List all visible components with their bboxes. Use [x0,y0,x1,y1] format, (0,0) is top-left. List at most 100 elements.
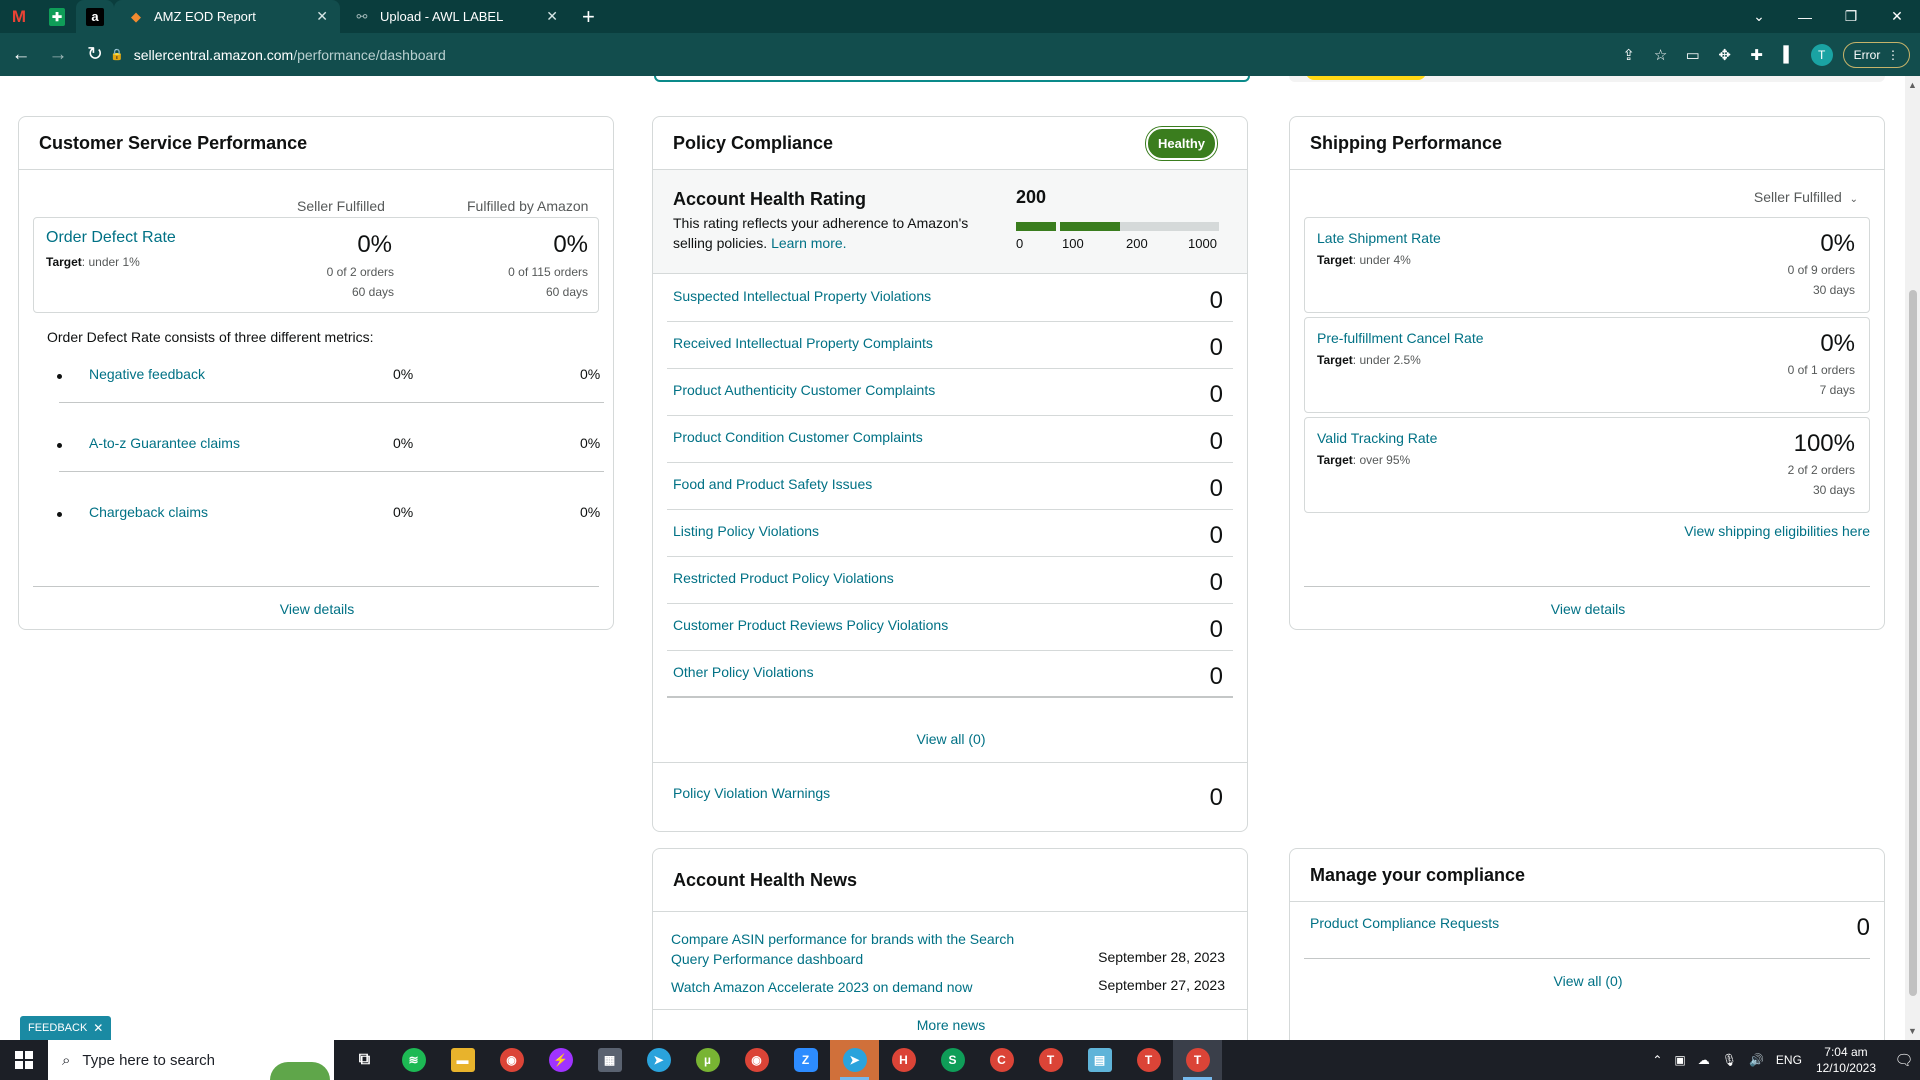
seller-value: 0% [393,435,414,451]
chrome-profile-icon[interactable]: ◉ [732,1040,781,1080]
telegram-icon[interactable]: ➤ [634,1040,683,1080]
late-shipment-rate-link[interactable]: Late Shipment Rate [1317,230,1441,246]
scroll-up-icon[interactable]: ▲ [1908,80,1917,90]
violation-link[interactable]: Product Authenticity Customer Complaints [673,382,935,398]
pre-fulfillment-cancel-rate-link[interactable]: Pre-fulfillment Cancel Rate [1317,330,1484,346]
amazon-icon[interactable]: a [76,0,114,33]
target-text: Target: under 2.5% [1317,353,1421,367]
close-tab-icon[interactable]: ✕ [546,8,558,25]
extension-off-icon[interactable]: ▭ [1677,46,1709,64]
violation-link[interactable]: Product Condition Customer Complaints [673,429,923,445]
chrome-icon[interactable]: ◉ [487,1040,536,1080]
tab-amz-eod-report[interactable]: ◆ AMZ EOD Report ✕ [114,0,340,33]
forward-icon[interactable]: → [42,39,74,71]
calculator-icon[interactable]: ▦ [585,1040,634,1080]
violation-link[interactable]: Suspected Intellectual Property Violatio… [673,288,931,304]
profile-avatar[interactable]: T [1810,43,1833,66]
taskbar-clock[interactable]: 7:04 am 12/10/2023 [1816,1044,1876,1076]
shipping-eligibilities-link[interactable]: View shipping eligibilities here [1684,523,1870,539]
view-details-link[interactable]: View details [19,601,615,617]
a-to-z-claims-link[interactable]: A-to-z Guarantee claims [89,435,240,451]
close-tab-icon[interactable]: ✕ [316,8,328,25]
close-window-icon[interactable]: ✕ [1874,0,1920,33]
chrome-active-icon[interactable]: T [1173,1040,1222,1080]
news-date: September 27, 2023 [1098,977,1225,993]
valid-tracking-rate-link[interactable]: Valid Tracking Rate [1317,430,1437,446]
restore-icon[interactable]: ❐ [1828,0,1874,33]
notepad-icon[interactable]: ▤ [1075,1040,1124,1080]
zoom-icon[interactable]: Z [781,1040,830,1080]
extension-puzzle-dark-icon[interactable]: ✥ [1709,46,1741,64]
task-view-icon[interactable]: ⧉ [340,1040,389,1080]
volume-icon[interactable]: 🔊 [1749,1053,1764,1067]
close-icon[interactable]: ✕ [93,1021,103,1035]
spotify-icon[interactable]: ≋ [389,1040,438,1080]
violation-link[interactable]: Food and Product Safety Issues [673,476,872,492]
product-compliance-requests-link[interactable]: Product Compliance Requests [1310,915,1499,931]
compliance-count: 0 [1856,914,1870,941]
minimize-icon[interactable]: — [1782,0,1828,33]
scrollbar-thumb[interactable] [1909,290,1917,996]
violation-link[interactable]: Other Policy Violations [673,664,814,680]
bookmark-star-icon[interactable]: ☆ [1645,46,1677,64]
messenger-icon[interactable]: ⚡ [536,1040,585,1080]
sheets-icon[interactable]: ✚ [38,0,76,33]
chrome-s-icon[interactable]: S [928,1040,977,1080]
microphone-icon[interactable]: 🎙 [1722,1053,1737,1067]
metric-orders: 0 of 9 orders [1787,263,1855,277]
news-link[interactable]: Watch Amazon Accelerate 2023 on demand n… [671,977,1031,997]
violation-link[interactable]: Customer Product Reviews Policy Violatio… [673,617,948,633]
ahr-tick-200: 200 [1126,236,1148,251]
onedrive-icon[interactable]: ☁ [1698,1053,1710,1067]
chrome-t-icon[interactable]: T [1026,1040,1075,1080]
view-details-link[interactable]: View details [1290,601,1886,617]
learn-more-link[interactable]: Learn more. [771,235,846,251]
chrome-t2-icon[interactable]: T [1124,1040,1173,1080]
error-button[interactable]: Error ⋮ [1842,41,1910,68]
gmail-icon[interactable]: M [0,0,38,33]
reload-icon[interactable]: ↻ [79,39,111,71]
ahr-tick-100: 100 [1062,236,1084,251]
chrome-h-icon[interactable]: H [879,1040,928,1080]
target-label: Target [46,255,82,269]
utorrent-icon[interactable]: µ [683,1040,732,1080]
policy-warnings-link[interactable]: Policy Violation Warnings [673,785,830,801]
windows-start-icon[interactable] [0,1040,48,1080]
chargeback-claims-link[interactable]: Chargeback claims [89,504,208,520]
language-indicator[interactable]: ENG [1776,1053,1802,1067]
page-scrollbar[interactable]: ▲ ▼ [1905,76,1920,1040]
tab-upload-awl-label[interactable]: ⚯ Upload - AWL LABEL ✕ [340,0,570,33]
side-panel-icon[interactable]: ▌ [1773,46,1805,63]
seller-value: 0% [393,504,414,520]
violation-count: 0 [1209,616,1223,643]
metric-detail: 0 of 1 orders 7 days [1788,360,1855,400]
chrome-c-icon[interactable]: C [977,1040,1026,1080]
negative-feedback-link[interactable]: Negative feedback [89,366,205,382]
back-icon[interactable]: ← [5,39,37,71]
metric-value: 100% [1793,430,1855,457]
violation-link[interactable]: Listing Policy Violations [673,523,819,539]
meet-now-icon[interactable]: ▣ [1674,1053,1685,1067]
violation-link[interactable]: Received Intellectual Property Complaint… [673,335,933,351]
scroll-down-icon[interactable]: ▼ [1908,1026,1917,1036]
share-icon[interactable]: ⇪ [1613,46,1645,64]
fulfillment-selector[interactable]: Seller Fulfilled ⌄ [1754,189,1858,205]
telegram-badge-icon[interactable]: ➤ [830,1040,879,1080]
view-all-violations-link[interactable]: View all (0) [653,731,1249,747]
violation-row: Restricted Product Policy Violations 0 [667,557,1233,604]
tab-search-icon[interactable]: ⌄ [1736,0,1782,33]
feedback-tab[interactable]: FEEDBACK ✕ [20,1016,112,1040]
new-tab-button[interactable]: + [570,4,607,30]
taskbar-search[interactable]: ⌕ Type here to search [48,1040,334,1080]
violation-link[interactable]: Restricted Product Policy Violations [673,570,894,586]
news-link[interactable]: Compare ASIN performance for brands with… [671,929,1031,969]
notifications-icon[interactable]: 🗨 [1888,1051,1920,1069]
more-news-link[interactable]: More news [653,1017,1249,1033]
address-bar[interactable]: 🔒 sellercentral.amazon.com/performance/d… [110,38,1710,71]
policy-compliance-card: Policy Compliance Healthy Account Health… [652,116,1248,832]
file-explorer-icon[interactable]: ▬ [438,1040,487,1080]
chevron-up-icon[interactable]: ⌃ [1652,1053,1662,1067]
order-defect-rate-link[interactable]: Order Defect Rate [46,229,176,247]
view-all-compliance-link[interactable]: View all (0) [1290,973,1886,989]
extensions-icon[interactable]: ✚ [1741,46,1773,64]
